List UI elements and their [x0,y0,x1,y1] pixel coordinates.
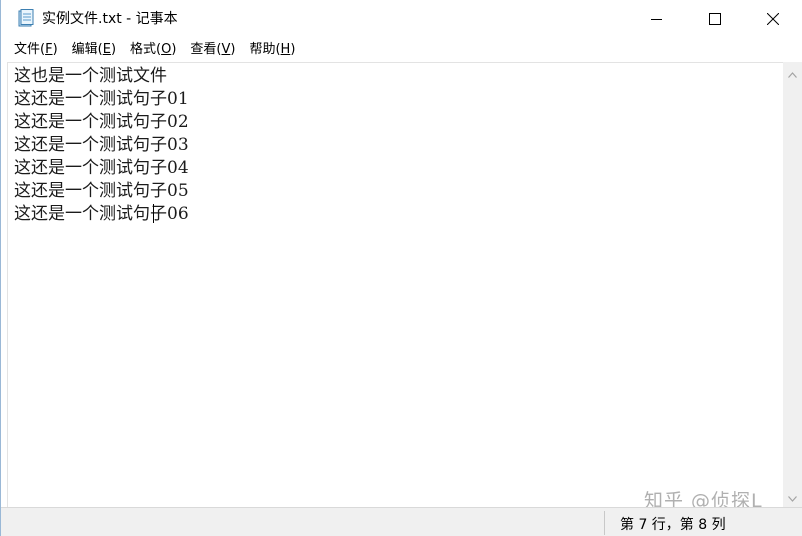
menu-edit[interactable]: 编辑(E) [65,39,123,61]
menu-help-accel: H [280,42,291,57]
text-line[interactable]: 这还是一个测试句子01 [14,88,189,111]
menu-help[interactable]: 帮助(H) [242,39,302,61]
close-button[interactable] [744,0,802,38]
minimize-button[interactable] [628,0,686,38]
title-bar[interactable]: 实例文件.txt - 记事本 [1,0,802,38]
text-line[interactable]: 这还是一个测试句子06 [14,203,189,226]
scroll-up-button[interactable] [783,64,802,81]
menu-file[interactable]: 文件(F) [7,39,65,61]
menu-edit-suffix: ) [110,42,117,57]
maximize-icon [709,13,721,25]
menu-file-accel: F [45,42,53,57]
status-divider [604,511,605,535]
chevron-down-icon [788,487,797,506]
menu-view-suffix: ) [230,42,236,57]
menu-file-label: 文件( [14,42,46,57]
menu-format-suffix: ) [171,42,177,57]
notepad-icon[interactable] [18,9,34,27]
text-line[interactable]: 这还是一个测试句子02 [14,111,189,134]
close-icon [767,13,779,25]
text-editor[interactable]: 这也是一个测试文件 这还是一个测试句子01 这还是一个测试句子02 这还是一个测… [7,62,784,508]
menu-edit-label: 编辑( [71,42,103,57]
menu-view[interactable]: 查看(V) [183,39,242,61]
window-title: 实例文件.txt - 记事本 [42,11,178,27]
menu-format[interactable]: 格式(O) [123,39,183,61]
text-line[interactable]: 这还是一个测试句子05 [14,180,189,203]
vertical-scrollbar[interactable] [783,62,802,507]
text-line[interactable]: 这也是一个测试文件 [14,65,167,88]
menu-view-label: 查看( [190,42,222,57]
menu-help-suffix: ) [290,42,296,57]
chevron-up-icon [788,63,797,82]
cursor-position: 第 7 行，第 8 列 [620,517,726,533]
menu-bar: 文件(F) 编辑(E) 格式(O) 查看(V) 帮助(H) [1,38,802,62]
scroll-down-button[interactable] [783,488,802,505]
menu-file-suffix: ) [52,42,58,57]
text-line[interactable]: 这还是一个测试句子03 [14,134,189,157]
text-line[interactable]: 这还是一个测试句子04 [14,157,189,180]
menu-format-label: 格式( [130,42,162,57]
maximize-button[interactable] [686,0,744,38]
menu-edit-accel: E [102,42,111,57]
status-bar: 第 7 行，第 8 列 [1,507,802,536]
menu-help-label: 帮助( [249,42,281,57]
menu-format-accel: O [161,42,172,57]
notepad-window: 实例文件.txt - 记事本 文件(F) 编辑(E) 格式(O) 查看(V) 帮… [0,0,802,536]
text-caret [153,204,154,223]
minimize-icon [651,13,663,25]
